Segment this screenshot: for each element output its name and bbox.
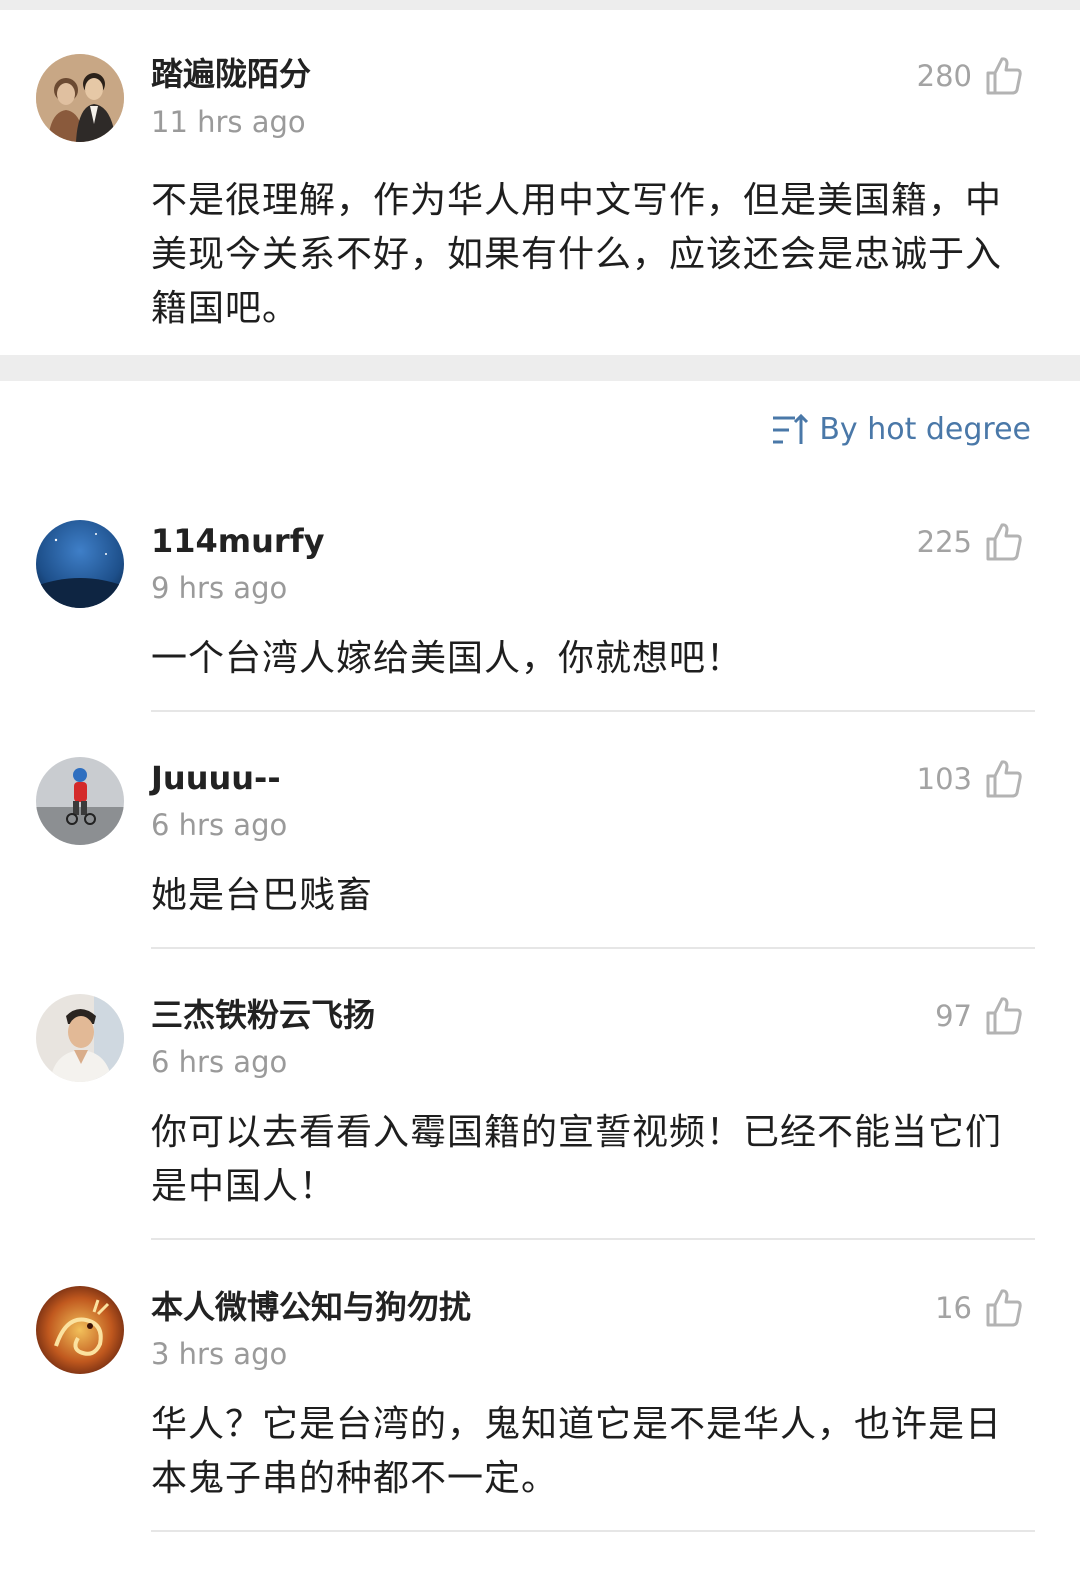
divider xyxy=(151,710,1035,712)
username[interactable]: 三杰铁粉云飞扬 xyxy=(151,995,375,1035)
comment-text: 不是很理解，作为华人用中文写作，但是美国籍，中美现今关系不好，如果有什么，应该还… xyxy=(151,180,1003,329)
timestamp: 6 hrs ago xyxy=(151,1045,288,1079)
sort-label: By hot degree xyxy=(819,412,1031,447)
username[interactable]: 本人微博公知与狗勿扰 xyxy=(151,1287,471,1327)
thumbs-up-icon xyxy=(984,521,1024,563)
like-button[interactable]: 103 xyxy=(917,757,1024,801)
like-button[interactable]: 225 xyxy=(917,520,1024,564)
divider xyxy=(151,947,1035,949)
like-button[interactable]: 97 xyxy=(935,994,1024,1038)
like-count: 103 xyxy=(916,762,972,796)
section-separator xyxy=(0,355,1080,381)
timestamp: 6 hrs ago xyxy=(151,808,288,842)
thumbs-up-icon xyxy=(984,758,1024,800)
username[interactable]: Juuuu-- xyxy=(151,758,281,798)
avatar[interactable] xyxy=(36,757,124,845)
thumbs-up-icon xyxy=(984,1287,1024,1329)
comment-item: Juuuu-- 6 hrs ago 103 她是台巴贱畜 xyxy=(0,747,1080,952)
comment-text: 一个台湾人嫁给美国人，你就想吧！ xyxy=(151,638,744,679)
timestamp: 11 hrs ago xyxy=(151,105,306,139)
comment-item: 本人微博公知与狗勿扰 3 hrs ago 16 华人？它是台湾的，鬼知道它是不是… xyxy=(0,1276,1080,1536)
pinned-comment: 踏遍陇陌分 11 hrs ago 280 不是很理解，作为华人用中文写作，但是美… xyxy=(0,10,1080,355)
username[interactable]: 踏遍陇陌分 xyxy=(151,54,311,94)
username[interactable]: 114murfy xyxy=(151,521,324,561)
top-gap xyxy=(0,0,1080,10)
comment-text: 华人？它是台湾的，鬼知道它是不是华人，也许是日本鬼子串的种都不一定。 xyxy=(151,1404,1003,1499)
comment-text: 她是台巴贱畜 xyxy=(151,875,374,916)
sort-toggle[interactable]: By hot degree xyxy=(771,410,1031,450)
avatar[interactable] xyxy=(36,1286,124,1374)
thumbs-up-icon xyxy=(984,55,1024,97)
like-button[interactable]: 16 xyxy=(935,1286,1024,1330)
comment-text: 你可以去看看入霉国籍的宣誓视频！已经不能当它们是中国人！ xyxy=(151,1112,1003,1207)
comment-item: 三杰铁粉云飞扬 6 hrs ago 97 你可以去看看入霉国籍的宣誓视频！已经不… xyxy=(0,984,1080,1244)
comment-item: 114murfy 9 hrs ago 225 一个台湾人嫁给美国人，你就想吧！ xyxy=(0,510,1080,715)
timestamp: 9 hrs ago xyxy=(151,571,288,605)
timestamp: 3 hrs ago xyxy=(151,1337,288,1371)
avatar[interactable] xyxy=(36,54,124,142)
like-count: 280 xyxy=(916,59,972,93)
sort-icon xyxy=(771,412,811,448)
thumbs-up-icon xyxy=(984,995,1024,1037)
like-button[interactable]: 280 xyxy=(917,54,1024,98)
avatar[interactable] xyxy=(36,994,124,1082)
divider xyxy=(151,1530,1035,1532)
avatar[interactable] xyxy=(36,520,124,608)
like-count: 225 xyxy=(916,525,972,559)
divider xyxy=(151,1238,1035,1240)
like-count: 16 xyxy=(935,1291,972,1325)
like-count: 97 xyxy=(935,999,972,1033)
